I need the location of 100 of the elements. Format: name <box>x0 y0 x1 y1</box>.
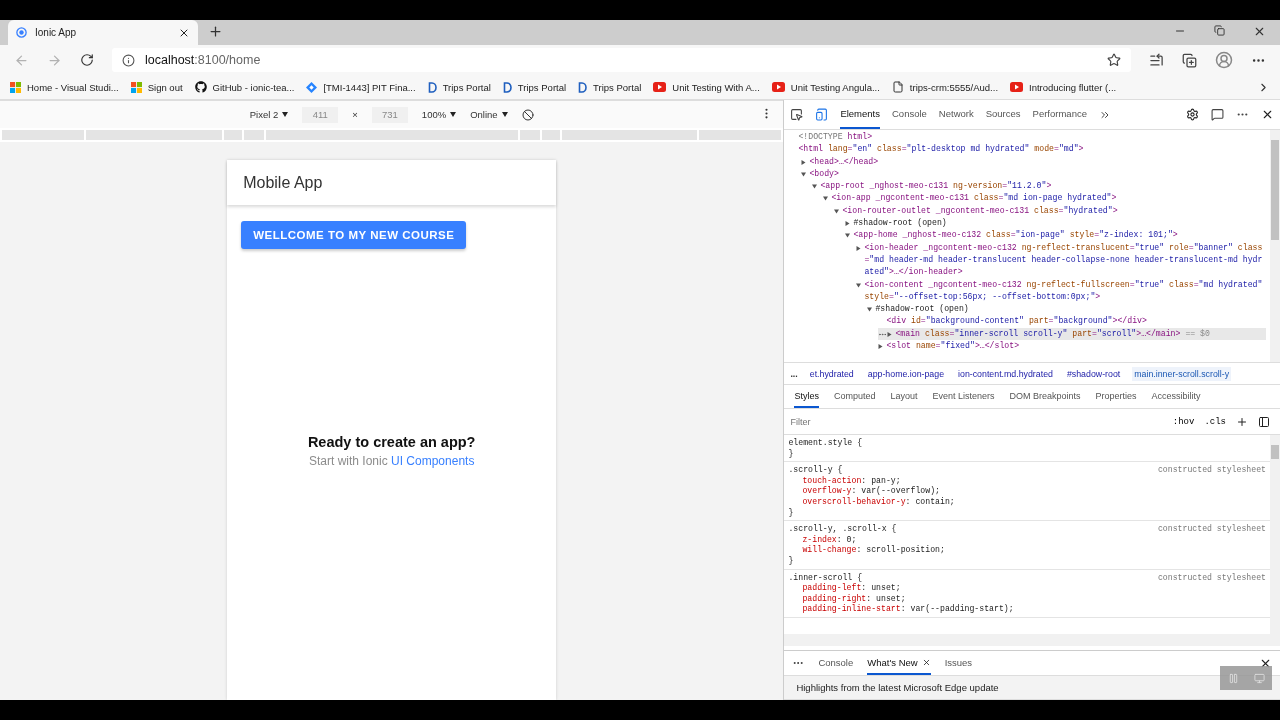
bookmark[interactable]: Unit Testing With A... <box>653 81 760 93</box>
feedback-icon[interactable] <box>1211 108 1224 121</box>
bookmark[interactable]: trips-crm:5555/Aud... <box>891 81 999 93</box>
dom-node[interactable]: <ion-app _ngcontent-meo-c131 class="md ion-page hydrated"> <box>823 192 1266 205</box>
dom-node[interactable]: <html lang="en" class="plt-desktop md hydrated" mode="md"> <box>790 143 1266 156</box>
disclosure-triangle-icon[interactable] <box>801 159 807 165</box>
sidebar-toggle-icon[interactable] <box>1258 415 1270 428</box>
diamond-icon <box>306 81 318 93</box>
course-button[interactable]: WELLCOME TO MY NEW COURSE <box>241 221 467 249</box>
disclosure-triangle-icon[interactable] <box>856 282 862 288</box>
dom-node[interactable]: <div id="background-content" part="background"></div> <box>878 315 1266 328</box>
breadcrumb[interactable]: main.inner-scroll.scroll-y <box>1132 366 1232 381</box>
drawer-tab[interactable]: Console <box>818 651 854 675</box>
css-declaration: padding-inline-start: var(--padding-start); <box>801 604 1015 615</box>
breadcrumb[interactable]: ion-content.md.hydrated <box>956 366 1055 381</box>
breadcrumb-more[interactable]: ... <box>790 368 798 379</box>
styles-tab[interactable]: Styles <box>794 385 819 408</box>
disclosure-triangle-icon[interactable] <box>867 307 873 313</box>
rule-source[interactable]: constructed stylesheet <box>1157 572 1266 584</box>
bookmark[interactable]: Sign out <box>130 81 183 93</box>
styles-tab[interactable]: Properties <box>1095 385 1137 408</box>
close-icon[interactable] <box>1253 25 1266 38</box>
d-shape-icon <box>578 81 588 93</box>
disclosure-triangle-icon[interactable] <box>878 344 884 350</box>
network-dropdown[interactable]: Online <box>470 109 508 120</box>
info-icon[interactable] <box>122 53 135 67</box>
styles-tab[interactable]: Layout <box>890 385 918 408</box>
dom-node[interactable]: <ion-router-outlet _ngcontent-meo-c131 class="hydrated"> <box>834 204 1266 218</box>
dom-node[interactable]: <app-home _nghost-meo-c132 class="ion-page" style="z-index: 101;"> <box>845 229 1266 242</box>
close-icon[interactable] <box>1261 108 1274 121</box>
components-link[interactable]: UI Components <box>391 454 475 468</box>
css-declaration: overscroll-behavior-y: contain; <box>801 496 956 508</box>
bookmark[interactable]: Trips Portal <box>427 81 491 93</box>
reload-icon[interactable] <box>80 53 94 67</box>
bookmark[interactable]: Trips Portal <box>578 81 642 93</box>
caret-icon <box>501 112 508 117</box>
css-selector: .scroll-y, .scroll-x { <box>788 524 897 535</box>
scrollbar-thumb[interactable] <box>1271 140 1279 240</box>
close-icon[interactable] <box>921 657 931 667</box>
scrollbar-thumb[interactable] <box>1271 445 1279 459</box>
inspect-icon[interactable] <box>790 108 804 121</box>
zoom-dropdown[interactable]: 100% <box>421 109 457 120</box>
disclosure-triangle-icon[interactable] <box>845 221 851 227</box>
bookmark[interactable]: [TMI-1443] PIT Fina... <box>306 81 416 93</box>
profile-icon[interactable] <box>1215 51 1233 69</box>
dom-node[interactable]: <body> <box>801 167 1266 181</box>
rule-source[interactable]: constructed stylesheet <box>1157 524 1266 535</box>
disclosure-triangle-icon[interactable] <box>834 208 840 214</box>
bookmark[interactable]: Introducing flutter (... <box>1010 81 1117 93</box>
styles-tab[interactable]: Event Listeners <box>932 385 995 408</box>
settings-icon[interactable] <box>1186 108 1199 121</box>
devtools-tab[interactable]: Elements <box>840 100 880 129</box>
css-declaration: overflow-y: var(--overflow); <box>801 486 941 497</box>
disclosure-triangle-icon[interactable] <box>812 184 818 190</box>
styles-tab[interactable]: Computed <box>833 385 876 408</box>
breadcrumb[interactable]: #shadow-root <box>1064 366 1123 381</box>
disclosure-triangle-icon[interactable] <box>801 171 807 177</box>
address-bar[interactable]: localhost:8100/home <box>112 48 1131 72</box>
dom-node[interactable]: <slot name="fixed">…</slot> <box>878 340 1266 353</box>
dom-node[interactable]: <!DOCTYPE html> <box>790 131 1266 144</box>
file-icon <box>891 81 904 93</box>
disclosure-triangle-icon[interactable] <box>856 245 862 251</box>
rule-source[interactable]: constructed stylesheet <box>1157 465 1266 476</box>
add-rule-icon[interactable] <box>1236 415 1248 428</box>
restore-icon[interactable] <box>1214 25 1225 36</box>
dom-node[interactable]: #shadow-root (open) <box>845 217 1266 230</box>
drawer-tab[interactable]: Issues <box>944 651 973 675</box>
rotate-icon[interactable] <box>521 108 534 121</box>
hov-toggle[interactable]: :hov <box>1172 416 1195 427</box>
disclosure-triangle-icon[interactable] <box>887 331 893 337</box>
devtools-tab[interactable]: Console <box>892 100 927 129</box>
dom-node[interactable]: <app-root _nghost-meo-c131 ng-version="11.2.0"> <box>812 180 1266 193</box>
dom-node[interactable]: <head>…</head> <box>801 155 1266 168</box>
styles-tab[interactable]: DOM Breakpoints <box>1009 385 1081 408</box>
dom-node[interactable]: <ion-header _ngcontent-meo-c132 ng-reflect-translucent="true" role="banner" class="md header-md header-translucent header-collapse-none header-translucent-md hydrated">…</ion-header> <box>856 241 1266 279</box>
disclosure-triangle-icon[interactable] <box>845 233 851 239</box>
new-tab-icon[interactable] <box>208 24 223 39</box>
devtools-tab[interactable]: Network <box>938 100 974 129</box>
device-icon[interactable] <box>815 108 829 121</box>
collections-icon[interactable] <box>1182 52 1197 68</box>
bookmark[interactable]: GitHub - ionic-tea... <box>194 81 295 93</box>
star-icon[interactable] <box>1107 53 1121 67</box>
css-declaration: will-change: scroll-position; <box>801 545 946 556</box>
devtools-tab[interactable]: Performance <box>1032 100 1087 129</box>
bookmark[interactable]: Unit Testing Angula... <box>771 81 880 93</box>
dom-node[interactable]: <main class="inner-scroll scroll-y" part="scroll">…</main> == $0 <box>878 327 1266 341</box>
breadcrumb[interactable]: app-home.ion-page <box>865 366 947 381</box>
dom-node[interactable]: #shadow-root (open) <box>867 303 1266 316</box>
devtools-tab[interactable]: Sources <box>985 100 1021 129</box>
favorites-icon[interactable] <box>1149 52 1164 68</box>
cls-toggle[interactable]: .cls <box>1204 416 1226 427</box>
device-dropdown[interactable]: Pixel 2 <box>249 109 289 120</box>
disclosure-triangle-icon[interactable] <box>823 196 829 202</box>
styles-tab[interactable]: Accessibility <box>1151 385 1201 408</box>
breadcrumb[interactable]: et.hydrated <box>807 366 856 381</box>
horizontal-scrollbar[interactable] <box>784 634 1280 646</box>
browser-tab[interactable]: Ionic App <box>8 20 198 45</box>
dom-node[interactable]: <ion-content _ngcontent-meo-c132 ng-reflect-fullscreen="true" class="md hydrated" style="--offset-top:56px; --offset-bottom:0px;"> <box>856 278 1266 304</box>
bookmark[interactable]: Home - Visual Studi... <box>10 81 119 93</box>
bookmark[interactable]: Trips Portal <box>502 81 567 93</box>
